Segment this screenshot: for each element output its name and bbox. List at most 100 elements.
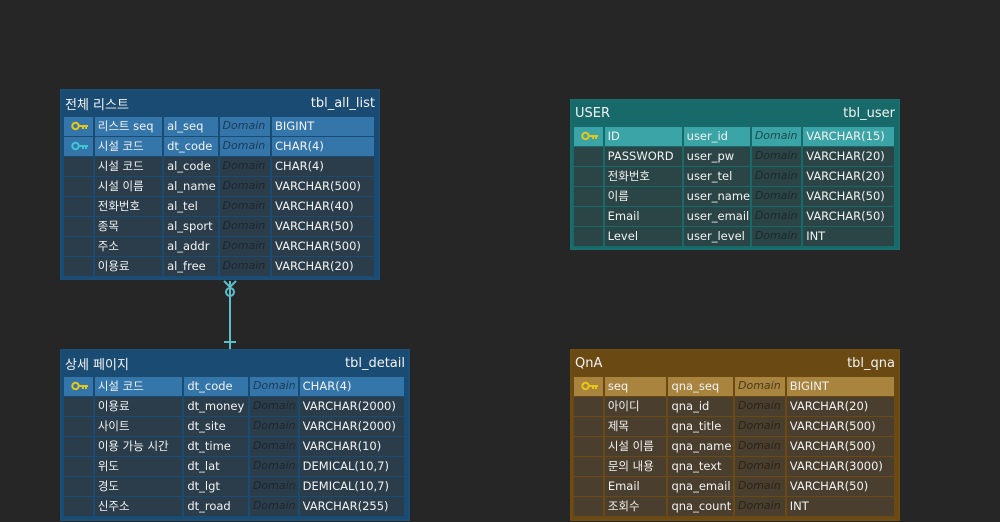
- logical-column-name: 시설 코드: [94, 157, 163, 176]
- physical-column-name: dt_lat: [184, 457, 248, 476]
- logical-column-name: 시설 이름: [94, 177, 163, 196]
- logical-column-name: 이용 가능 시간: [94, 437, 183, 456]
- table-user[interactable]: USER tbl_user ID user_id Domain VARCHAR(1…: [570, 99, 900, 250]
- data-type: VARCHAR(10): [299, 437, 405, 456]
- column-list: seq qna_seq Domain BIGINT 아이디 qna_id Dom…: [572, 375, 898, 517]
- physical-column-name: al_sport: [164, 217, 218, 236]
- column-row[interactable]: PASSWORD user_pw Domain VARCHAR(20): [574, 147, 896, 167]
- domain-cell: Domain: [735, 497, 785, 516]
- logical-column-name: 시설 코드: [94, 377, 183, 396]
- table-detail[interactable]: 상세 페이지 tbl_detail 시설 코드 dt_code Domain CH…: [60, 349, 410, 521]
- data-type: VARCHAR(50): [786, 477, 894, 496]
- domain-cell: Domain: [219, 197, 271, 216]
- column-row[interactable]: 제목 qna_title Domain VARCHAR(500): [574, 417, 896, 437]
- table-physical-name: tbl_qna: [847, 355, 895, 371]
- domain-cell: Domain: [735, 397, 785, 416]
- physical-column-name: qna_text: [668, 457, 734, 476]
- column-row[interactable]: 시설 코드 dt_code Domain CHAR(4): [64, 377, 406, 397]
- logical-column-name: 시설 이름: [604, 437, 667, 456]
- column-list: 리스트 seq al_seq Domain BIGINT 시설 코드 dt_co…: [62, 115, 378, 277]
- column-row[interactable]: Email user_email Domain VARCHAR(50): [574, 207, 896, 227]
- data-type: DEMICAL(10,7): [299, 477, 405, 496]
- column-row[interactable]: 이용료 dt_money Domain VARCHAR(2000): [64, 397, 406, 417]
- column-row[interactable]: seq qna_seq Domain BIGINT: [574, 377, 896, 397]
- table-all-list[interactable]: 전체 리스트 tbl_all_list 리스트 seq al_seq Domain…: [60, 89, 380, 280]
- data-type: VARCHAR(500): [272, 177, 374, 196]
- table-header[interactable]: USER tbl_user: [572, 101, 898, 125]
- domain-cell: Domain: [249, 477, 298, 496]
- column-row[interactable]: 리스트 seq al_seq Domain BIGINT: [64, 117, 376, 137]
- key-cell: [64, 377, 93, 396]
- table-header[interactable]: QnA tbl_qna: [572, 351, 898, 375]
- data-type: VARCHAR(50): [803, 187, 894, 206]
- column-row[interactable]: 전화번호 al_tel Domain VARCHAR(40): [64, 197, 376, 217]
- column-row[interactable]: 경도 dt_lgt Domain DEMICAL(10,7): [64, 477, 406, 497]
- key-cell: [574, 457, 603, 476]
- domain-cell: Domain: [751, 207, 802, 226]
- column-row[interactable]: 이용 가능 시간 dt_time Domain VARCHAR(10): [64, 437, 406, 457]
- logical-column-name: 주소: [94, 237, 163, 256]
- physical-column-name: dt_time: [184, 437, 248, 456]
- column-row[interactable]: 시설 코드 dt_code Domain CHAR(4): [64, 137, 376, 157]
- column-row[interactable]: 위도 dt_lat Domain DEMICAL(10,7): [64, 457, 406, 477]
- table-header[interactable]: 상세 페이지 tbl_detail: [62, 351, 408, 375]
- key-cell: [574, 167, 603, 186]
- column-row[interactable]: 사이트 dt_site Domain VARCHAR(2000): [64, 417, 406, 437]
- table-logical-name: 상세 페이지: [65, 357, 129, 373]
- domain-cell: Domain: [751, 127, 802, 146]
- column-row[interactable]: 시설 코드 al_code Domain CHAR(4): [64, 157, 376, 177]
- table-qna[interactable]: QnA tbl_qna seq qna_seq Domain BIGINT 아이디…: [570, 349, 900, 521]
- physical-column-name: user_pw: [683, 147, 750, 166]
- logical-column-name: 종목: [94, 217, 163, 236]
- column-row[interactable]: 주소 al_addr Domain VARCHAR(500): [64, 237, 376, 257]
- logical-column-name: Email: [604, 207, 682, 226]
- data-type: BIGINT: [786, 377, 894, 396]
- column-row[interactable]: 전화번호 user_tel Domain VARCHAR(20): [574, 167, 896, 187]
- crows-foot-marker: [223, 280, 237, 289]
- data-type: VARCHAR(20): [272, 257, 374, 276]
- data-type: VARCHAR(3000): [786, 457, 894, 476]
- data-type: VARCHAR(50): [803, 207, 894, 226]
- data-type: CHAR(4): [299, 377, 405, 396]
- column-row[interactable]: 시설 이름 qna_name Domain VARCHAR(500): [574, 437, 896, 457]
- table-header[interactable]: 전체 리스트 tbl_all_list: [62, 91, 378, 115]
- key-cell: [64, 157, 93, 176]
- domain-cell: Domain: [249, 417, 298, 436]
- physical-column-name: al_seq: [164, 117, 218, 136]
- foreign-key-icon: [71, 138, 89, 156]
- column-row[interactable]: Email qna_email Domain VARCHAR(50): [574, 477, 896, 497]
- column-list: ID user_id Domain VARCHAR(15) PASSWORD u…: [572, 125, 898, 247]
- column-row[interactable]: 문의 내용 qna_text Domain VARCHAR(3000): [574, 457, 896, 477]
- column-row[interactable]: ID user_id Domain VARCHAR(15): [574, 127, 896, 147]
- column-row[interactable]: 종목 al_sport Domain VARCHAR(50): [64, 217, 376, 237]
- column-row[interactable]: Level user_level Domain INT: [574, 227, 896, 247]
- column-row[interactable]: 시설 이름 al_name Domain VARCHAR(500): [64, 177, 376, 197]
- domain-cell: Domain: [249, 437, 298, 456]
- physical-column-name: user_email: [683, 207, 750, 226]
- column-row[interactable]: 이름 user_name Domain VARCHAR(50): [574, 187, 896, 207]
- column-row[interactable]: 이용료 al_free Domain VARCHAR(20): [64, 257, 376, 277]
- physical-column-name: qna_id: [668, 397, 734, 416]
- physical-column-name: dt_code: [164, 137, 218, 156]
- domain-cell: Domain: [751, 147, 802, 166]
- column-row[interactable]: 아이디 qna_id Domain VARCHAR(20): [574, 397, 896, 417]
- physical-column-name: user_name: [683, 187, 750, 206]
- column-row[interactable]: 조회수 qna_count Domain INT: [574, 497, 896, 517]
- column-row[interactable]: 신주소 dt_road Domain VARCHAR(255): [64, 497, 406, 517]
- table-physical-name: tbl_detail: [345, 355, 405, 371]
- data-type: VARCHAR(500): [272, 237, 374, 256]
- data-type: VARCHAR(2000): [299, 417, 405, 436]
- key-cell: [574, 377, 603, 396]
- logical-column-name: 아이디: [604, 397, 667, 416]
- domain-cell: Domain: [219, 137, 271, 156]
- domain-cell: Domain: [219, 257, 271, 276]
- table-physical-name: tbl_user: [843, 105, 895, 121]
- domain-cell: Domain: [219, 157, 271, 176]
- key-cell: [64, 237, 93, 256]
- logical-column-name: ID: [604, 127, 682, 146]
- key-cell: [574, 127, 603, 146]
- data-type: VARCHAR(500): [786, 417, 894, 436]
- data-type: VARCHAR(15): [803, 127, 894, 146]
- logical-column-name: 전화번호: [94, 197, 163, 216]
- physical-column-name: al_addr: [164, 237, 218, 256]
